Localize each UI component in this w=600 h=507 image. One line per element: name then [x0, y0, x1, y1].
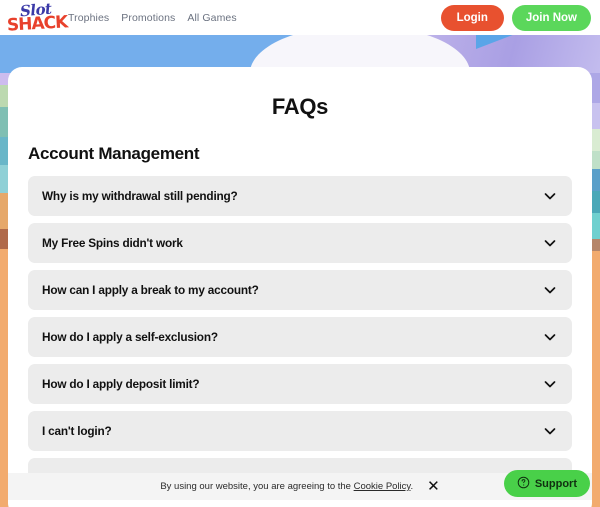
- logo[interactable]: Slot SHACK: [6, 0, 68, 35]
- login-button[interactable]: Login: [440, 4, 504, 31]
- support-button[interactable]: Support: [503, 470, 590, 497]
- logo-text-bottom: SHACK: [6, 11, 68, 36]
- join-now-button[interactable]: Join Now: [511, 4, 591, 31]
- chevron-down-icon[interactable]: [542, 423, 558, 439]
- faq-item[interactable]: How can I apply a break to my account?: [28, 270, 572, 310]
- faq-question: How do I apply a self-exclusion?: [42, 330, 218, 344]
- nav-item-all-games[interactable]: All Games: [187, 12, 236, 24]
- faq-item[interactable]: I can't login?: [28, 411, 572, 451]
- site-header: Slot SHACK Trophies Promotions All Games…: [0, 0, 600, 35]
- chevron-down-icon[interactable]: [542, 376, 558, 392]
- page-root: Slot SHACK Trophies Promotions All Games…: [0, 0, 600, 507]
- faq-list: Why is my withdrawal still pending? My F…: [18, 176, 582, 498]
- faq-item[interactable]: Why is my withdrawal still pending?: [28, 176, 572, 216]
- faq-question: I can't login?: [42, 424, 112, 438]
- chevron-down-icon[interactable]: [542, 329, 558, 345]
- section-heading-account-management: Account Management: [28, 144, 200, 163]
- chevron-down-icon[interactable]: [542, 235, 558, 251]
- faq-item[interactable]: My Free Spins didn't work: [28, 223, 572, 263]
- chevron-down-icon[interactable]: [542, 188, 558, 204]
- faq-item[interactable]: How do I apply deposit limit?: [28, 364, 572, 404]
- faq-question: How can I apply a break to my account?: [42, 283, 259, 297]
- cookie-message: By using our website, you are agreeing t…: [160, 481, 413, 492]
- chevron-down-icon[interactable]: [542, 282, 558, 298]
- cookie-message-text: By using our website, you are agreeing t…: [160, 481, 354, 492]
- cookie-message-suffix: .: [410, 481, 414, 492]
- nav-item-trophies[interactable]: Trophies: [68, 12, 109, 24]
- content-card: FAQs Account Management Why is my withdr…: [8, 67, 592, 507]
- faq-question: How do I apply deposit limit?: [42, 377, 200, 391]
- faq-item[interactable]: How do I apply a self-exclusion?: [28, 317, 572, 357]
- question-circle-icon: [517, 476, 530, 492]
- close-icon[interactable]: ✕: [427, 479, 440, 494]
- header-actions: Login Join Now: [440, 4, 591, 31]
- support-button-label: Support: [534, 477, 577, 490]
- faq-question: My Free Spins didn't work: [42, 236, 183, 250]
- nav-item-promotions[interactable]: Promotions: [121, 12, 175, 24]
- faq-question: Why is my withdrawal still pending?: [42, 189, 238, 203]
- main-navigation: Trophies Promotions All Games: [68, 12, 237, 24]
- page-title: FAQs: [271, 94, 329, 119]
- cookie-policy-link[interactable]: Cookie Policy: [354, 481, 411, 492]
